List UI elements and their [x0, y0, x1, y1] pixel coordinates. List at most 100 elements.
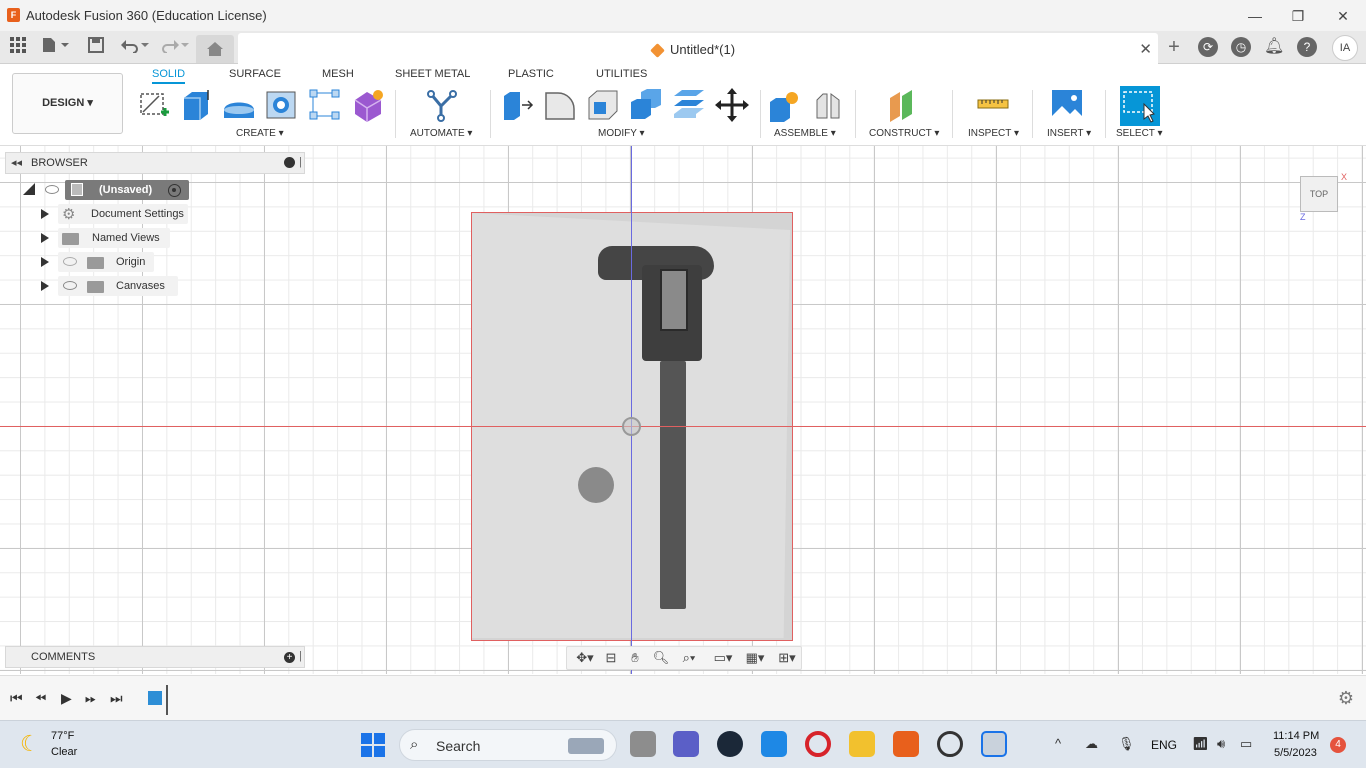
tree-item-box[interactable]: Canvases	[58, 276, 178, 296]
close-tab-icon[interactable]: ✕	[1139, 40, 1152, 58]
taskbar-search[interactable]: ⌕ Search	[399, 729, 617, 761]
activate-component-icon[interactable]	[168, 184, 181, 197]
browser-item-document-settings[interactable]: ⚙ Document Settings	[5, 204, 305, 224]
joint-icon[interactable]	[811, 88, 845, 122]
browser-minimize-icon[interactable]	[284, 157, 295, 168]
microphone-icon[interactable]: 🎙︎	[1118, 736, 1135, 752]
task-view-icon[interactable]	[630, 731, 656, 757]
zoom-icon[interactable]: 🔍︎	[651, 649, 671, 667]
timeline-first-icon[interactable]: ⏮	[10, 690, 23, 707]
comments-pin-icon[interactable]: |	[299, 650, 302, 662]
measure-icon[interactable]	[976, 88, 1010, 122]
expand-arrow-icon[interactable]	[41, 209, 49, 219]
press-pull-icon[interactable]	[500, 88, 534, 122]
hole-icon[interactable]	[265, 88, 299, 122]
origin-point[interactable]	[622, 417, 641, 436]
browser-pin-icon[interactable]: |	[299, 156, 302, 168]
clock-date[interactable]: 5/5/2023	[1274, 747, 1317, 759]
insert-canvas-icon[interactable]	[1050, 88, 1084, 122]
tab-solid[interactable]: SOLID	[152, 68, 186, 84]
inspect-menu[interactable]: INSPECT ▾	[968, 128, 1019, 139]
pattern-icon[interactable]	[308, 88, 342, 122]
comments-panel[interactable]: COMMENTS + |	[5, 646, 305, 668]
input-language[interactable]: ENG	[1151, 738, 1177, 752]
orbit-icon[interactable]: ✥▾	[571, 649, 599, 667]
file-explorer-icon[interactable]	[849, 731, 875, 757]
maximize-button[interactable]: ❐	[1275, 3, 1321, 29]
revolve-icon[interactable]	[222, 88, 256, 122]
job-status-clock-icon[interactable]: ◷	[1231, 37, 1251, 57]
pan-hand-icon[interactable]: ✋︎	[625, 649, 645, 667]
create-form-icon[interactable]	[351, 88, 385, 122]
home-tab[interactable]	[196, 35, 234, 63]
timeline-play-icon[interactable]: ▶	[61, 690, 72, 707]
construct-menu[interactable]: CONSTRUCT ▾	[869, 128, 939, 139]
steam-icon[interactable]	[717, 731, 743, 757]
tab-surface[interactable]: SURFACE	[229, 68, 281, 80]
close-window-button[interactable]: ✕	[1320, 3, 1366, 29]
file-menu-icon[interactable]	[40, 37, 70, 57]
expand-arrow-icon[interactable]	[41, 257, 49, 267]
tree-item-box[interactable]: Named Views	[58, 228, 170, 248]
tab-sheet-metal[interactable]: SHEET METAL	[395, 68, 470, 80]
fusion-360-taskbar-icon[interactable]	[893, 731, 919, 757]
help-icon[interactable]: ?	[1297, 37, 1317, 57]
clock-time[interactable]: 11:14 PM	[1273, 730, 1319, 742]
data-panel-grid-icon[interactable]	[8, 37, 28, 57]
expand-arrow-icon[interactable]	[41, 233, 49, 243]
viewcube[interactable]: TOP	[1300, 176, 1338, 212]
tab-utilities[interactable]: UTILITIES	[596, 68, 647, 80]
timeline-last-icon[interactable]: ⏭	[110, 690, 123, 707]
opera-icon[interactable]	[805, 731, 831, 757]
browser-header[interactable]: ◂◂ BROWSER |	[5, 152, 305, 174]
create-sketch-icon[interactable]	[137, 88, 171, 122]
canvas-feature-icon[interactable]	[148, 691, 162, 705]
tab-mesh[interactable]: MESH	[322, 68, 354, 80]
show-hidden-icons-chevron-icon[interactable]: ^	[1055, 736, 1061, 751]
add-comment-icon[interactable]: +	[284, 652, 295, 663]
offset-face-icon[interactable]	[672, 88, 706, 122]
notification-badge[interactable]: 4	[1330, 737, 1346, 753]
grid-settings-icon[interactable]: ▦▾	[741, 649, 769, 667]
extensions-icon[interactable]: ⟳	[1198, 37, 1218, 57]
start-button[interactable]	[361, 733, 385, 757]
browser-item-canvases[interactable]: Canvases	[5, 276, 305, 296]
moon-weather-icon[interactable]: ☾	[20, 731, 40, 757]
shell-icon[interactable]	[586, 88, 620, 122]
new-component-icon[interactable]	[768, 88, 802, 122]
teams-chat-icon[interactable]	[673, 731, 699, 757]
fillet-icon[interactable]	[543, 88, 577, 122]
new-tab-plus-icon[interactable]: +	[1163, 37, 1185, 57]
browser-item-origin[interactable]: Origin	[5, 252, 305, 272]
offset-plane-icon[interactable]	[886, 88, 920, 122]
weather-temperature[interactable]: 77°F	[51, 730, 74, 742]
move-copy-icon[interactable]	[715, 88, 749, 122]
user-avatar[interactable]: IA	[1332, 35, 1358, 61]
expand-arrow-icon[interactable]	[41, 281, 49, 291]
obs-icon[interactable]	[937, 731, 963, 757]
visibility-eye-icon[interactable]	[45, 185, 59, 194]
document-tab[interactable]: Untitled*(1) ✕	[238, 33, 1158, 64]
save-icon[interactable]	[87, 37, 105, 57]
viewports-icon[interactable]: ⊞▾	[773, 649, 801, 667]
minimize-button[interactable]: —	[1232, 3, 1278, 29]
browser-root-row[interactable]: (Unsaved)	[5, 180, 305, 200]
automate-menu[interactable]: AUTOMATE ▾	[410, 128, 472, 139]
select-menu[interactable]: SELECT ▾	[1116, 128, 1163, 139]
combine-icon[interactable]	[629, 88, 663, 122]
hidden-eye-icon[interactable]	[63, 257, 77, 266]
battery-icon[interactable]: ▭	[1240, 736, 1252, 752]
fit-window-icon[interactable]: ⌕▾	[675, 649, 703, 667]
timeline-settings-gear-icon[interactable]: ⚙	[1338, 688, 1354, 709]
select-window-icon[interactable]	[1120, 86, 1160, 126]
look-at-icon[interactable]: ⊟	[601, 649, 621, 667]
weather-condition[interactable]: Clear	[51, 746, 77, 758]
collapse-root-icon[interactable]	[23, 183, 35, 195]
tree-item-box[interactable]: Origin	[58, 252, 154, 272]
extrude-icon[interactable]	[180, 88, 214, 122]
timeline-marker[interactable]	[166, 685, 168, 715]
undo-icon[interactable]	[118, 37, 150, 57]
timeline-previous-icon[interactable]: ⏪︎	[35, 690, 46, 707]
snipping-tool-icon[interactable]	[981, 731, 1007, 757]
volume-icon[interactable]: 🔊︎	[1217, 736, 1225, 752]
